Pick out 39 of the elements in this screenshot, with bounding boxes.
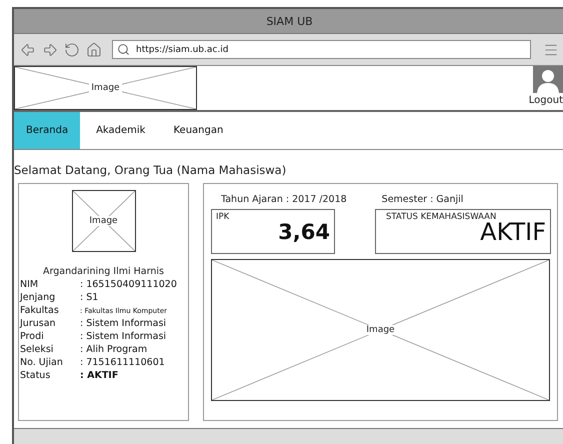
nav-tab[interactable]: Akademik bbox=[84, 112, 158, 149]
field-label: Status bbox=[20, 370, 52, 381]
search-icon bbox=[117, 43, 130, 56]
semester-text: Semester : Ganjil bbox=[382, 194, 464, 205]
ipk-value: 3,64 bbox=[278, 222, 330, 243]
address-field[interactable]: https://siam.ub.ac.id bbox=[112, 40, 531, 59]
back-icon[interactable] bbox=[20, 42, 36, 58]
field-label: Prodi bbox=[20, 331, 45, 342]
home-icon[interactable] bbox=[86, 42, 102, 58]
field-label: NIM bbox=[20, 279, 40, 290]
placeholder-label: Image bbox=[87, 216, 120, 226]
field-label: Seleksi bbox=[20, 344, 54, 355]
refresh-icon[interactable] bbox=[64, 42, 80, 58]
status-value: AKTIF bbox=[480, 220, 546, 244]
nav-tab[interactable]: Keuangan bbox=[161, 112, 236, 149]
url-text: https://siam.ub.ac.id bbox=[136, 44, 228, 54]
academic-year: Tahun Ajaran : 2017 /2018 bbox=[221, 194, 347, 205]
greeting-text: Selamat Datang, Orang Tua (Nama Mahasiswa) bbox=[14, 162, 288, 179]
field-label: No. Ujian bbox=[20, 357, 64, 368]
student-name: Argandarining Ilmi Harnis bbox=[43, 266, 164, 277]
ipk-label: IPK bbox=[216, 212, 230, 222]
field-label: Jurusan bbox=[20, 318, 57, 329]
field-value: : 165150409111020 bbox=[80, 279, 178, 290]
field-label: Fakultas bbox=[20, 305, 60, 316]
field-value: : AKTIF bbox=[80, 370, 120, 381]
nav-tab[interactable]: Beranda bbox=[14, 112, 80, 149]
placeholder-label: Image bbox=[364, 325, 397, 335]
logout-link[interactable]: Logout bbox=[528, 95, 563, 106]
field-value: : Sistem Informasi bbox=[80, 318, 168, 329]
status-label: STATUS KEMAHASISWAAN bbox=[385, 212, 498, 222]
field-value: : S1 bbox=[80, 292, 100, 303]
window-title: SIAM UB bbox=[14, 9, 563, 34]
forward-icon[interactable] bbox=[42, 42, 58, 58]
field-value: : 7151611110601 bbox=[80, 357, 166, 368]
user-avatar-icon[interactable] bbox=[533, 66, 563, 93]
field-value: : Sistem Informasi bbox=[80, 331, 168, 342]
field-label: Jenjang bbox=[20, 292, 56, 303]
placeholder-label: Image bbox=[89, 83, 122, 93]
field-value: : Alih Program bbox=[80, 344, 148, 355]
